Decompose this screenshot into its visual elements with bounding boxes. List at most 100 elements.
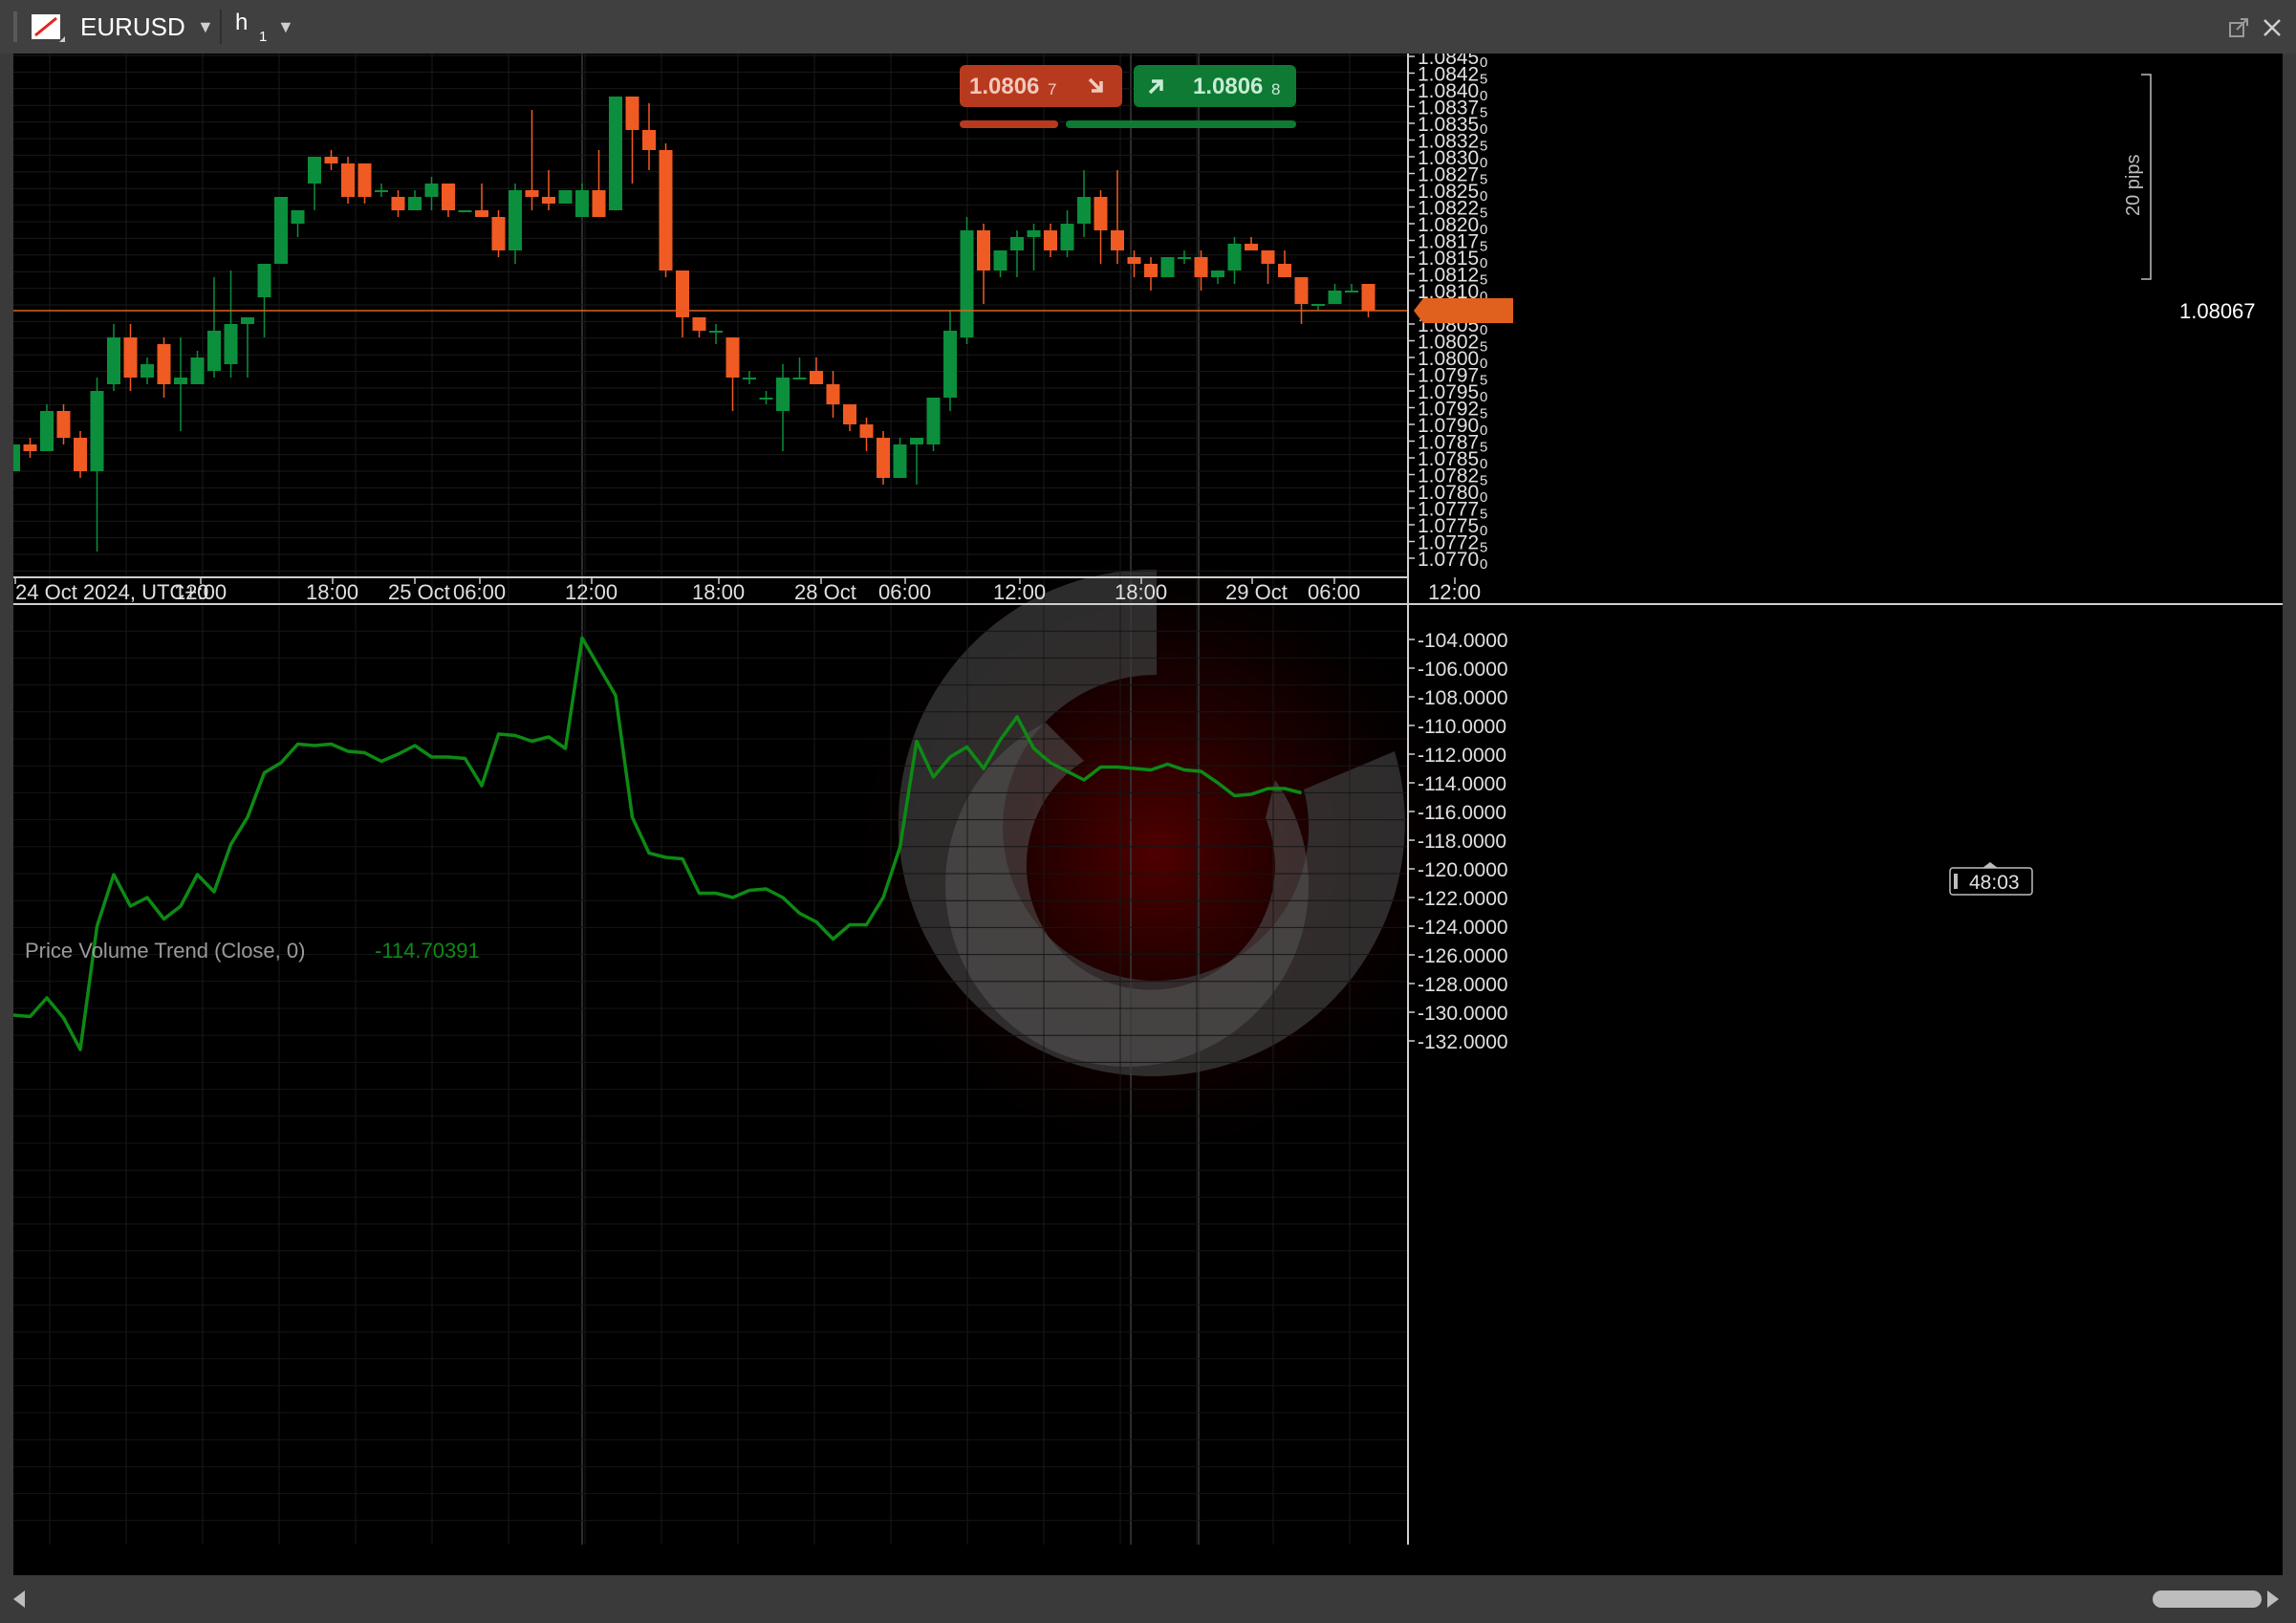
candle (442, 184, 455, 217)
candle (743, 371, 756, 384)
candle (1178, 250, 1191, 264)
timeframe-dropdown-icon[interactable]: ▼ (277, 17, 294, 37)
candle-body (408, 197, 422, 210)
candle-body (1094, 197, 1108, 230)
candle (1311, 304, 1325, 311)
sell-quote-button[interactable]: 1.0806 7 (960, 65, 1122, 107)
price-tick-pipette: 5 (1480, 272, 1487, 289)
drag-grip[interactable] (13, 11, 17, 42)
candle-body (157, 344, 171, 384)
candle (1328, 284, 1342, 304)
candle-body (575, 190, 589, 217)
candle-body (1328, 291, 1342, 304)
indicator-tick-label: -116.0000 (1418, 802, 1506, 824)
candle (642, 103, 656, 170)
candle (141, 357, 154, 384)
candle (13, 444, 20, 471)
time-tick-label: 18:00 (306, 580, 358, 604)
candle (1127, 250, 1141, 277)
candle-body (107, 337, 120, 384)
candle-body (13, 444, 20, 471)
time-tick-label: 12:00 (174, 580, 227, 604)
current-price-marker: 1.08067 (1414, 298, 2256, 323)
scroll-right-icon[interactable] (2264, 1589, 2283, 1610)
price-tick-pipette: 5 (1480, 206, 1487, 222)
candle-body (375, 190, 388, 192)
candle-body (642, 130, 656, 150)
countdown-label: 48:03 (1969, 872, 2020, 894)
candle-body (1345, 291, 1358, 292)
price-tick-pipette: 5 (1480, 473, 1487, 489)
time-tick-label: 29 Oct (1225, 580, 1288, 604)
chart-area[interactable]: 1.084751.084501.084251.084001.083751.083… (13, 54, 2283, 1575)
candle (224, 270, 238, 378)
time-tick-label: 06:00 (1308, 580, 1360, 604)
buy-sentiment-bar (1066, 120, 1296, 128)
price-tick-pipette: 0 (1480, 255, 1487, 271)
indicator-tick-label: -120.0000 (1418, 859, 1508, 881)
scrollbar-thumb[interactable] (2153, 1591, 2262, 1608)
chart-canvas[interactable]: 1.084751.084501.084251.084001.083751.083… (13, 54, 2283, 1575)
candle (810, 357, 823, 384)
ctrader-logo-watermark (832, 527, 1482, 1177)
candle-body (525, 190, 539, 197)
candle-body (241, 317, 254, 324)
candle (826, 371, 840, 418)
pips-label: 20 pips (2123, 155, 2144, 217)
candle-body (174, 378, 187, 384)
buy-quote-button[interactable]: 1.0806 8 (1134, 65, 1296, 107)
sell-sentiment-bar (960, 120, 1058, 128)
candle-body (609, 97, 622, 210)
popout-icon[interactable] (2227, 17, 2250, 40)
price-tick-pipette: 5 (1480, 540, 1487, 556)
candle-body (1060, 224, 1074, 250)
candle-body (625, 97, 639, 130)
timeframe-label[interactable]: h (235, 10, 248, 36)
candle (1027, 224, 1041, 270)
price-tick-pipette: 0 (1480, 356, 1487, 372)
scroll-left-icon[interactable] (10, 1589, 29, 1610)
candle-body (709, 331, 723, 333)
indicator-tick-label: -128.0000 (1418, 974, 1508, 996)
horizontal-scrollbar[interactable] (0, 1575, 2296, 1623)
current-price-label: 1.08067 (2179, 299, 2256, 323)
candle (859, 418, 874, 451)
candle-body (291, 210, 305, 224)
candle-body (1027, 230, 1041, 237)
candle-body (826, 384, 840, 404)
timeframe-period[interactable]: 1 (259, 29, 267, 45)
candle-body (1160, 257, 1175, 277)
price-tick-pipette: 5 (1480, 507, 1487, 523)
candle-body (1211, 270, 1224, 277)
candle (241, 317, 254, 378)
symbol-label[interactable]: EURUSD (80, 12, 185, 42)
price-tick-pipette: 5 (1480, 105, 1487, 121)
symbol-dropdown-icon[interactable]: ▼ (197, 17, 214, 37)
chart-type-icon[interactable] (31, 13, 65, 42)
price-tick-pipette: 5 (1480, 239, 1487, 255)
chart-title-bar: EURUSD ▼ h 1 ▼ (0, 0, 2296, 54)
close-icon[interactable] (2260, 15, 2285, 40)
indicator-tick-label: -108.0000 (1418, 687, 1508, 709)
candle-body (74, 438, 87, 471)
candle (525, 110, 539, 210)
price-tick-pipette: 0 (1480, 188, 1487, 205)
candle (893, 438, 907, 478)
candle (542, 170, 555, 210)
sell-price: 1.0806 (969, 74, 1039, 99)
candle (1077, 170, 1091, 237)
candle-body (141, 364, 154, 378)
candle-body (1077, 197, 1091, 224)
buy-price: 1.0806 (1193, 74, 1263, 99)
candle (1261, 250, 1275, 284)
time-tick-label: 12:00 (565, 580, 617, 604)
candle-body (759, 398, 773, 400)
candle-body (1311, 304, 1325, 306)
candle (943, 311, 957, 411)
candle (274, 197, 288, 264)
candle-body (859, 424, 874, 438)
price-tick-pipette: 5 (1480, 339, 1487, 356)
candle (910, 438, 923, 485)
candle (257, 264, 271, 337)
candle-body (877, 438, 890, 478)
